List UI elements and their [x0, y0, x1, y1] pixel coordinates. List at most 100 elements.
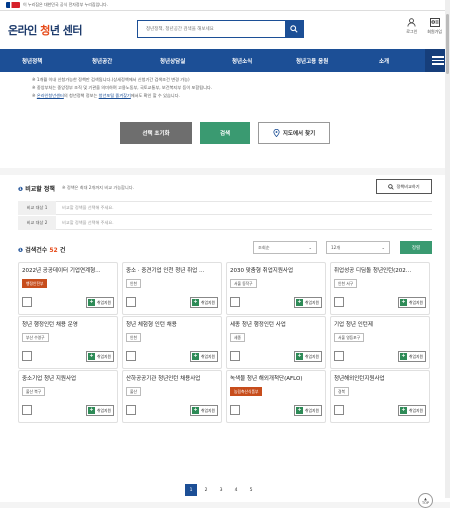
compare-row: 비교 대상 2 비교할 정책을 선택해 주세요.	[18, 215, 432, 230]
region-tag: 농림축산식품부	[230, 387, 263, 396]
page-4[interactable]: 4	[230, 484, 242, 496]
per-page-select[interactable]: 12개 ⌄	[326, 241, 390, 254]
gov-banner: 이 누리집은 대한민국 공식 전자정부 누리집입니다.	[0, 0, 450, 11]
login-label: 로그인	[406, 29, 418, 34]
nav-item-about[interactable]: 소개	[379, 57, 389, 65]
site-logo[interactable]: 온라인 청년 센터	[8, 22, 83, 38]
compare-button[interactable]: 정책비교하기	[376, 179, 432, 194]
policy-title[interactable]: 산하공공기관 청년인턴 채용사업	[126, 374, 220, 382]
plus-icon: +	[400, 299, 408, 306]
policy-card[interactable]: 기업 청년 인턴제 서울 영등포구 + 취업지원	[330, 316, 430, 369]
page-2[interactable]: 2	[200, 484, 212, 496]
page-5[interactable]: 5	[245, 484, 257, 496]
note-line: ※ 온라인청년센터의 청년정책 정보는 청년포털 즐겨찾기에서도 확인 할 수 …	[32, 93, 180, 98]
policy-card[interactable]: 세종 청년 행정인턴 사업세종 + 취업지원	[226, 316, 326, 369]
compare-checkbox[interactable]	[334, 297, 344, 307]
policy-card[interactable]: 산하공공기관 청년인턴 채용사업 울산 + 취업지원	[122, 370, 222, 423]
category-label: 취업지원	[201, 299, 215, 305]
online-center-link[interactable]: 온라인청년센터	[37, 93, 64, 98]
compare-checkbox[interactable]	[22, 297, 32, 307]
policy-title[interactable]: 청년 행정인턴 채용 운영	[22, 320, 116, 328]
compare-checkbox[interactable]	[230, 297, 240, 307]
scroll-top-button[interactable]: ▲ TOP	[418, 493, 433, 508]
category-badge: + 취업지원	[86, 405, 114, 416]
policy-title[interactable]: 기업 청년 인턴제	[334, 320, 428, 328]
category-label: 취업지원	[97, 299, 111, 305]
region-tag: 인천	[126, 279, 141, 288]
map-pin-icon	[273, 129, 280, 137]
category-label: 취업지원	[97, 353, 111, 359]
policy-card[interactable]: 청년 체험형 인턴 채용인천 + 취업지원	[122, 316, 222, 369]
plus-icon: +	[192, 299, 200, 306]
policy-title[interactable]: 중소 · 중견기업 인천 청년 취업 …	[126, 266, 220, 274]
policy-title[interactable]: 2022년 공공데이터 기업연계형…	[22, 266, 116, 274]
policy-card[interactable]: 취업성공 디딤돌 청년인턴(202… 인천 서구 + 취업지원	[330, 262, 430, 315]
note-line: ※ 중앙부처는 중앙정부 조직 및 기관을 의미하며 고용노동부, 국토교통부,…	[32, 85, 213, 90]
sort-select[interactable]: 조회순 ⌄	[253, 241, 317, 254]
policy-card[interactable]: 중소기업 청년 지원사업 울산 북구 + 취업지원	[18, 370, 118, 423]
category-badge: + 취업지원	[398, 297, 426, 308]
search-notes: ※ 1개월 이내 신청가능한 정책만 검색됩니다.(상세정책에서 신청기간 검색…	[0, 72, 450, 114]
policy-title[interactable]: 취업성공 디딤돌 청년인턴(202…	[334, 266, 428, 274]
plus-icon: +	[400, 353, 408, 360]
compare-label: 비교 대상 2	[18, 215, 56, 230]
map-button-label: 지도에서 찾기	[282, 131, 316, 137]
page-3[interactable]: 3	[215, 484, 227, 496]
category-label: 취업지원	[305, 407, 319, 413]
category-badge: + 취업지원	[190, 351, 218, 362]
policy-card[interactable]: 녹색물 청년 해외개척단(AFLO) 농림축산식품부 + 취업지원	[226, 370, 326, 423]
category-badge: + 취업지원	[398, 405, 426, 416]
policy-title[interactable]: 녹색물 청년 해외개척단(AFLO)	[230, 374, 324, 382]
category-badge: + 취업지원	[294, 351, 322, 362]
join-button[interactable]: 회원가입	[427, 18, 442, 35]
compare-checkbox[interactable]	[126, 405, 136, 415]
category-label: 취업지원	[409, 353, 423, 359]
action-buttons: 선택 초기화 검색 지도에서 찾기	[0, 114, 450, 168]
reset-button[interactable]: 선택 초기화	[120, 122, 192, 144]
policy-title[interactable]: 청년 체험형 인턴 채용	[126, 320, 220, 328]
region-tag: 세종	[230, 333, 245, 342]
policy-card[interactable]: 중소 · 중견기업 인천 청년 취업 … 인천 + 취업지원	[122, 262, 222, 315]
nav-item-space[interactable]: 청년공간	[92, 57, 112, 65]
search-submit-button[interactable]: 검색	[200, 122, 250, 144]
search-button[interactable]	[285, 21, 303, 37]
category-badge: + 취업지원	[86, 351, 114, 362]
page-1[interactable]: 1	[185, 484, 197, 496]
nav-item-counsel[interactable]: 청년상담실	[160, 57, 185, 65]
compare-checkbox[interactable]	[22, 405, 32, 415]
policy-title[interactable]: 청년해외인턴지원사업	[334, 374, 428, 382]
scrollbar[interactable]	[445, 0, 450, 498]
nav-item-employment[interactable]: 청년고용 응원	[296, 57, 328, 65]
category-label: 취업지원	[201, 407, 215, 413]
plus-icon: +	[192, 407, 200, 414]
note-line: ※ 1개월 이내 신청가능한 정책만 검색됩니다.(상세정책에서 신청기간 검색…	[32, 77, 190, 82]
nav-item-news[interactable]: 청년소식	[232, 57, 252, 65]
region-tag: 인천	[126, 333, 141, 342]
compare-checkbox[interactable]	[22, 351, 32, 361]
sort-apply-button[interactable]: 정렬	[400, 241, 432, 254]
policy-card[interactable]: 2022년 공공데이터 기업연계형… 행정안전부 + 취업지원	[18, 262, 118, 315]
gov-banner-text: 이 누리집은 대한민국 공식 전자정부 누리집입니다.	[23, 2, 108, 7]
policy-title[interactable]: 중소기업 청년 지원사업	[22, 374, 116, 382]
region-tag: 경북	[334, 387, 349, 396]
policy-card[interactable]: 청년해외인턴지원사업경북 + 취업지원	[330, 370, 430, 423]
portal-link[interactable]: 청년포털 즐겨찾기	[99, 93, 131, 98]
compare-checkbox[interactable]	[126, 351, 136, 361]
category-badge: + 취업지원	[398, 351, 426, 362]
policy-title[interactable]: 2030 맞춤형 취업지원사업	[230, 266, 324, 274]
compare-checkbox[interactable]	[230, 351, 240, 361]
category-badge: + 취업지원	[86, 297, 114, 308]
region-tag: 부산 수영구	[22, 333, 49, 342]
compare-checkbox[interactable]	[230, 405, 240, 415]
nav-item-policy[interactable]: 청년정책	[22, 57, 42, 65]
compare-checkbox[interactable]	[126, 297, 136, 307]
search-input[interactable]	[138, 21, 285, 37]
compare-checkbox[interactable]	[334, 405, 344, 415]
policy-title[interactable]: 세종 청년 행정인턴 사업	[230, 320, 324, 328]
policy-card[interactable]: 2030 맞춤형 취업지원사업 서울 동작구 + 취업지원	[226, 262, 326, 315]
policy-card[interactable]: 청년 행정인턴 채용 운영부산 수영구 + 취업지원	[18, 316, 118, 369]
login-button[interactable]: 로그인	[406, 18, 417, 35]
compare-checkbox[interactable]	[334, 351, 344, 361]
category-badge: + 취업지원	[294, 405, 322, 416]
map-search-button[interactable]: 지도에서 찾기	[258, 122, 330, 144]
